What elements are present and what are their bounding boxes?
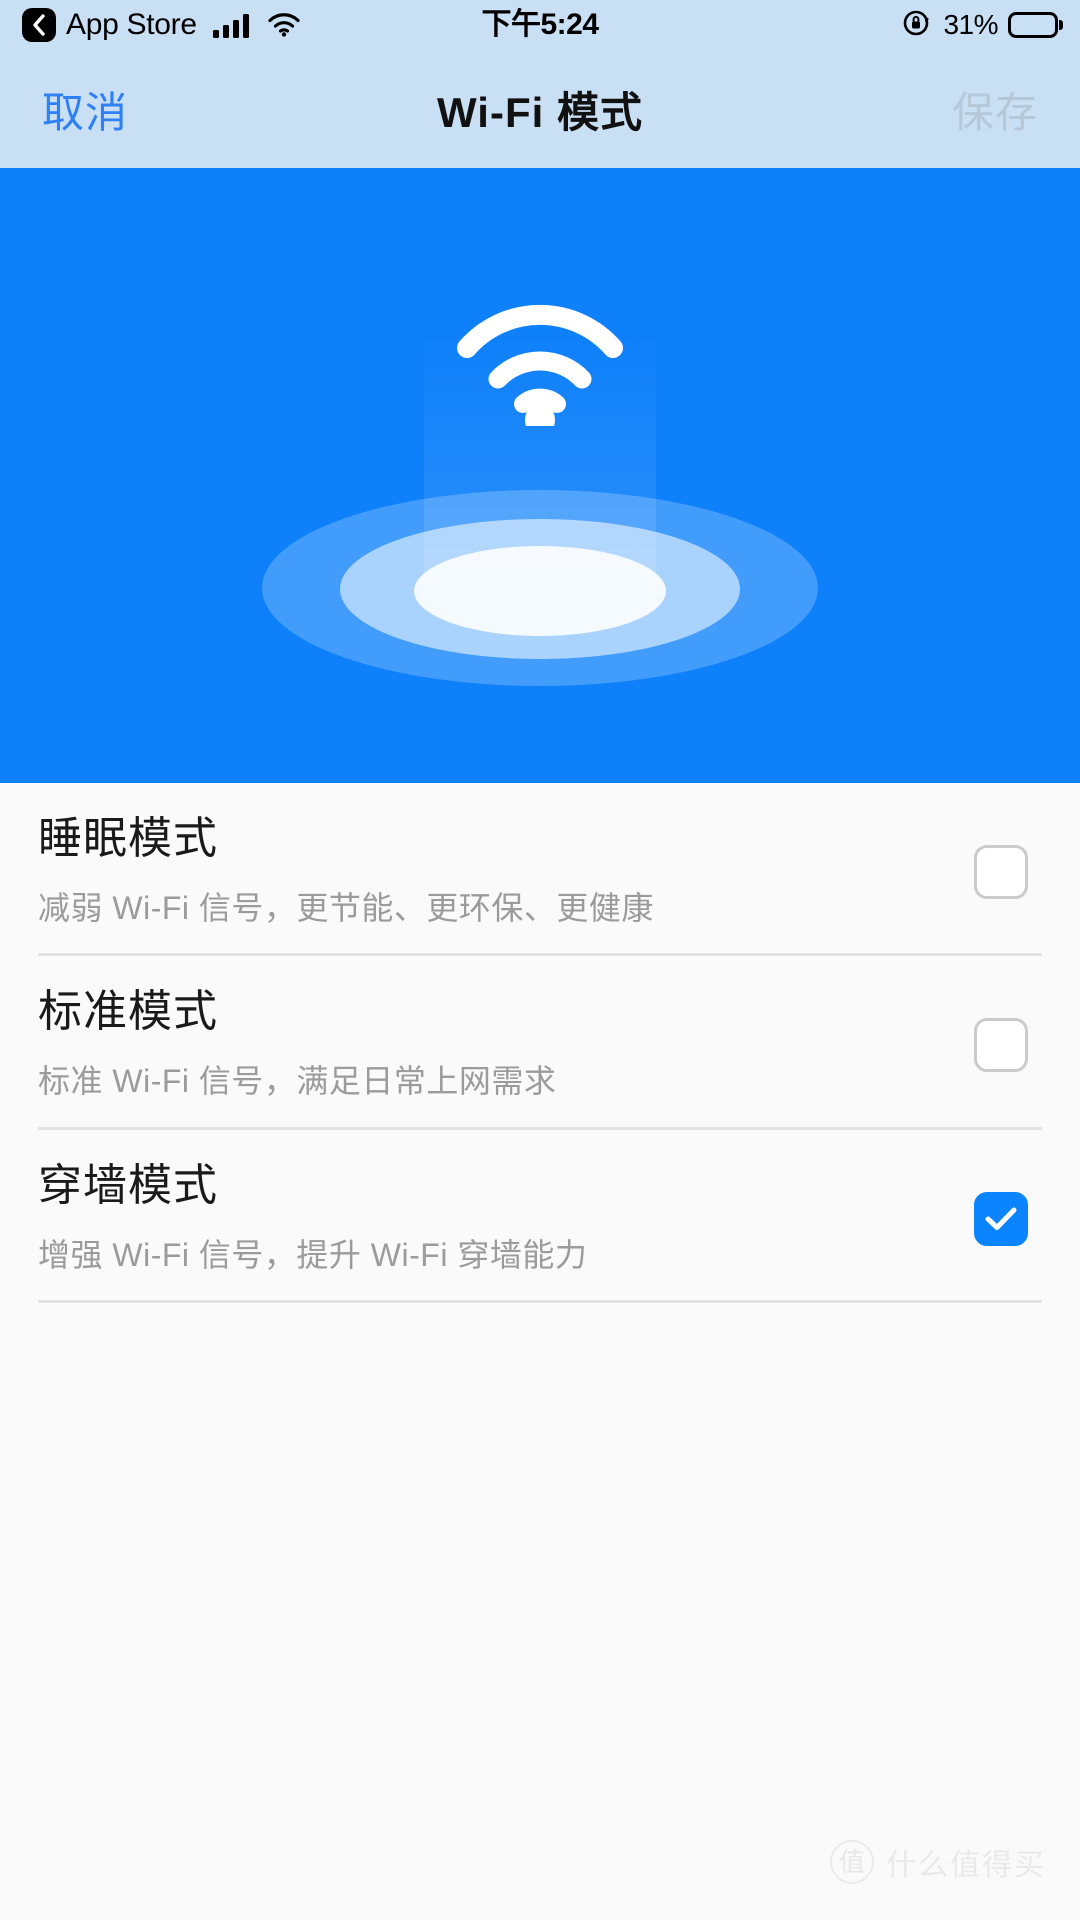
checkbox-unchecked-icon[interactable] — [974, 845, 1028, 899]
status-bar: App Store 下午5:24 31% — [0, 0, 1080, 50]
wifi-mode-option-list: 睡眠模式 减弱 Wi-Fi 信号，更节能、更环保、更健康 标准模式 标准 Wi-… — [0, 783, 1080, 1303]
checkbox-checked-icon[interactable] — [974, 1191, 1028, 1246]
navigation-bar: 取消 Wi-Fi 模式 保存 — [0, 50, 1080, 168]
option-texts: 穿墙模式 增强 Wi-Fi 信号，提升 Wi-Fi 穿墙能力 — [38, 1160, 974, 1274]
row-divider — [38, 1299, 1042, 1303]
watermark-logo-icon: 值 — [830, 1840, 874, 1884]
option-subtitle: 标准 Wi-Fi 信号，满足日常上网需求 — [38, 1063, 557, 1100]
back-to-app-label[interactable]: App Store — [66, 10, 197, 40]
back-to-app-button[interactable] — [22, 8, 56, 42]
status-bar-left: App Store — [22, 8, 301, 42]
battery-icon — [1008, 12, 1058, 38]
option-title: 穿墙模式 — [38, 1160, 218, 1210]
option-row-sleep-mode[interactable]: 睡眠模式 减弱 Wi-Fi 信号，更节能、更环保、更健康 — [0, 783, 1080, 953]
option-title: 睡眠模式 — [38, 814, 218, 863]
rotation-lock-icon — [901, 7, 933, 44]
option-row-wall-penetration-mode[interactable]: 穿墙模式 增强 Wi-Fi 信号，提升 Wi-Fi 穿墙能力 — [0, 1130, 1080, 1300]
option-subtitle: 减弱 Wi-Fi 信号，更节能、更环保、更健康 — [38, 889, 654, 926]
option-subtitle: 增强 Wi-Fi 信号，提升 Wi-Fi 穿墙能力 — [38, 1236, 588, 1273]
status-bar-right: 31% — [901, 7, 1058, 44]
checkbox-unchecked-icon[interactable] — [974, 1018, 1028, 1073]
page-title: Wi-Fi 模式 — [437, 88, 643, 136]
cancel-button[interactable]: 取消 — [42, 79, 128, 140]
hero-ring-inner — [414, 546, 666, 636]
watermark-label: 什么值得买 — [886, 1849, 1046, 1882]
option-row-standard-mode[interactable]: 标准模式 标准 Wi-Fi 信号，满足日常上网需求 — [0, 956, 1080, 1126]
wifi-icon — [267, 12, 301, 38]
hero-banner — [0, 168, 1080, 783]
save-button[interactable]: 保存 — [952, 79, 1038, 140]
battery-percent-label: 31% — [943, 9, 998, 40]
option-texts: 睡眠模式 减弱 Wi-Fi 信号，更节能、更环保、更健康 — [38, 813, 974, 927]
option-texts: 标准模式 标准 Wi-Fi 信号，满足日常上网需求 — [38, 986, 974, 1100]
wifi-arcs-icon — [455, 296, 625, 426]
cellular-signal-icon — [212, 12, 249, 38]
chevron-left-icon — [31, 13, 47, 37]
option-title: 标准模式 — [38, 987, 218, 1037]
watermark: 值 什么值得买 — [830, 1840, 1046, 1884]
wifi-signal-illustration — [0, 168, 1080, 783]
